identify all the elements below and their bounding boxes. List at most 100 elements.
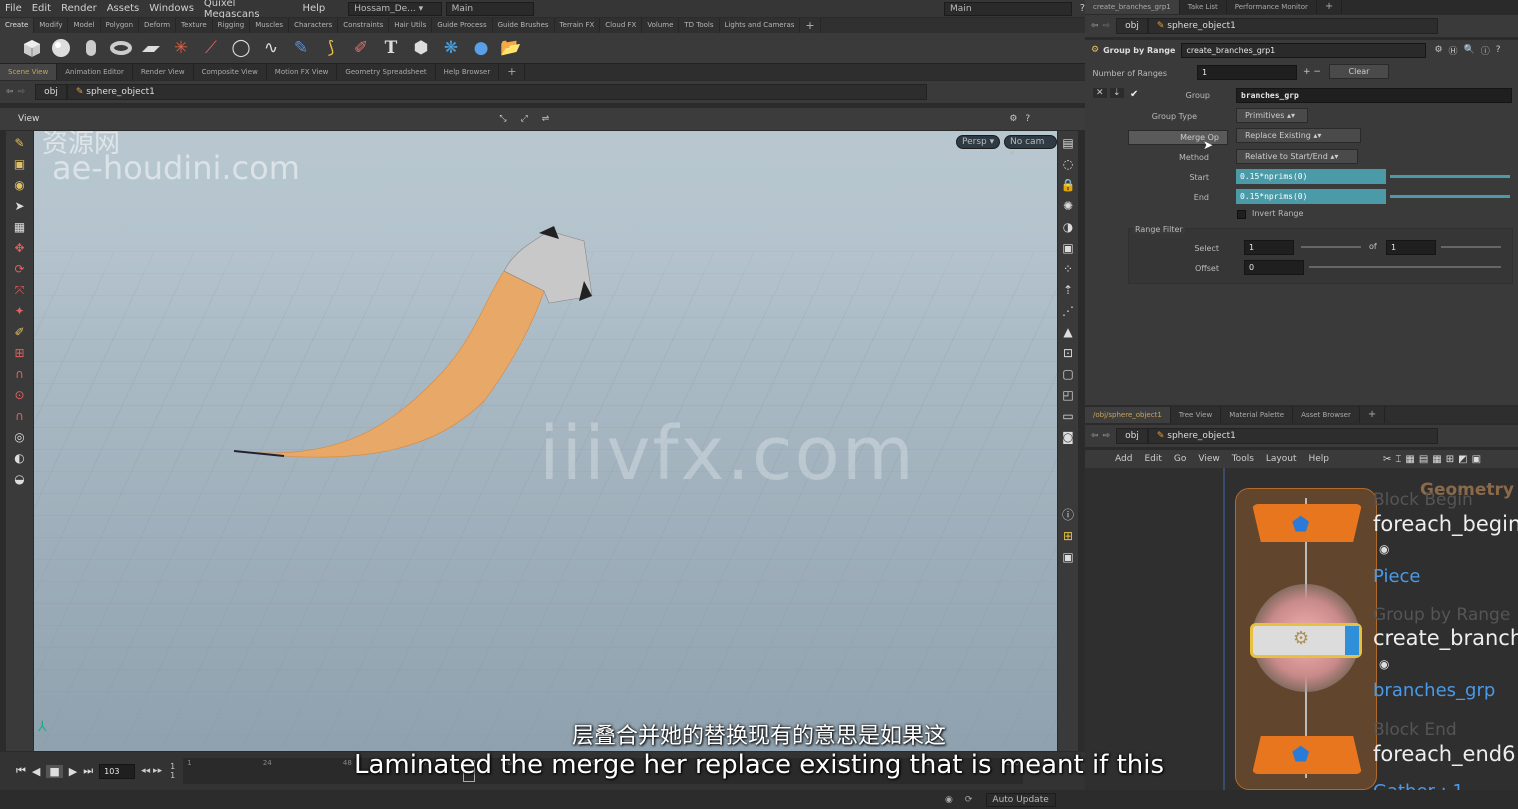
invert-range-checkbox[interactable] (1237, 210, 1246, 219)
net-menu-tools[interactable]: Tools (1226, 454, 1260, 464)
method-menu[interactable]: Relative to Start/End ▴▾ (1236, 149, 1358, 164)
snap-icon[interactable]: ⤡ (499, 114, 506, 124)
net-menu-layout[interactable]: Layout (1260, 454, 1303, 464)
add-range-icon[interactable]: + − (1303, 67, 1321, 77)
shelf-tab-cloud-fx[interactable]: Cloud FX (600, 18, 643, 33)
platonic-tool-icon[interactable]: ⬢ (408, 35, 434, 61)
tab-params-node[interactable]: create_branches_grp1 (1085, 0, 1180, 14)
group-by-range-node[interactable]: ⚙ (1250, 623, 1362, 658)
tab-scene-view[interactable]: Scene View (0, 64, 58, 80)
select-mode-icon[interactable]: ⤢ (521, 114, 528, 124)
net-menu-add[interactable]: Add (1109, 454, 1138, 464)
draw-curve-tool-icon[interactable]: ✎ (288, 35, 314, 61)
display-flag[interactable] (1345, 626, 1359, 655)
tube-tool-icon[interactable] (78, 35, 104, 61)
font-tool-icon[interactable]: T (378, 35, 404, 61)
param-help-icon[interactable]: ? (1496, 45, 1501, 55)
points-icon[interactable]: ⁘ (1059, 260, 1077, 278)
shelf-tab-constraints[interactable]: Constraints (338, 18, 390, 33)
display-options-icon[interactable]: ⚙ (1009, 114, 1017, 124)
flipbook-icon[interactable]: ▭ (1059, 407, 1077, 425)
tab-asset-browser[interactable]: Asset Browser (1293, 407, 1360, 423)
tab-tree-view[interactable]: Tree View (1171, 407, 1222, 423)
shelf-tab-muscles[interactable]: Muscles (250, 18, 290, 33)
layout-icon[interactable]: ⊞ (1059, 527, 1077, 545)
tab-performance-monitor[interactable]: Performance Monitor (1227, 0, 1317, 14)
param-search-icon[interactable]: 🔍 (1464, 45, 1475, 55)
net-forward-icon[interactable]: ⇨ (1103, 431, 1111, 441)
file-tool-icon[interactable]: 📂 (498, 35, 524, 61)
snap-point-icon[interactable]: ⊙ (11, 386, 29, 404)
metaball-tool-icon[interactable]: ● (468, 35, 494, 61)
tab-animation-editor[interactable]: Animation Editor (57, 64, 133, 80)
pointer-tool-icon[interactable]: ➤ (11, 197, 29, 215)
merge-op-menu[interactable]: Replace Existing ▴▾ (1236, 128, 1361, 143)
params-path-node[interactable]: ✎ sphere_object1 (1147, 18, 1438, 34)
end-expression-field[interactable]: 0.15*nprims(0) (1236, 189, 1386, 204)
net-back-icon[interactable]: ⇦ (1091, 431, 1099, 441)
info-icon[interactable]: ⓘ (1059, 506, 1077, 524)
shelf-tab-guide-process[interactable]: Guide Process (432, 18, 493, 33)
shelf-tab-hair-utils[interactable]: Hair Utils (389, 18, 433, 33)
snapshot-icon[interactable]: ◰ (1059, 386, 1077, 404)
net-path-root[interactable]: obj (1116, 428, 1148, 444)
status-icon[interactable]: ◉ (945, 795, 953, 805)
snap-grid-icon[interactable]: ⊞ (11, 344, 29, 362)
normals-icon[interactable]: ⇡ (1059, 281, 1077, 299)
prim-icon[interactable]: ▲ (1059, 323, 1077, 341)
handle-tool-icon[interactable]: ◉ (11, 176, 29, 194)
net-menu-go[interactable]: Go (1168, 454, 1192, 464)
group-type-menu[interactable]: Primitives ▴▾ (1236, 108, 1308, 123)
path-tool-icon[interactable]: ⟆ (318, 35, 344, 61)
rotate-tool-icon[interactable]: ⟳ (11, 260, 29, 278)
menu-render[interactable]: Render (56, 3, 102, 14)
magnet-icon[interactable]: ∩ (11, 365, 29, 383)
select-field[interactable]: 1 (1244, 240, 1294, 255)
shelf-tab-volume[interactable]: Volume (642, 18, 680, 33)
add-shelf-tab-icon[interactable]: + (800, 18, 821, 33)
shelf-tab-model[interactable]: Model (68, 18, 101, 33)
refresh-icon[interactable]: ⟳ (965, 795, 973, 805)
net-tool-icons[interactable]: ✂⌶▦▤▦⊞◩▣ (1383, 454, 1485, 465)
shelf-tab-guide-brushes[interactable]: Guide Brushes (493, 18, 555, 33)
shelf-tab-lights-cameras[interactable]: Lights and Cameras (720, 18, 801, 33)
menu-windows[interactable]: Windows (144, 3, 199, 14)
start-expression-field[interactable]: 0.15*nprims(0) (1236, 169, 1386, 184)
desktop-dropdown[interactable]: Main (445, 1, 535, 16)
shelf-tab-create[interactable]: Create (0, 18, 35, 33)
shelf-tab-deform[interactable]: Deform (139, 18, 177, 33)
net-menu-help[interactable]: Help (1303, 454, 1336, 464)
shelf-tab-td-tools[interactable]: TD Tools (679, 18, 720, 33)
lock-icon[interactable]: 🔒 (1059, 176, 1077, 194)
grid-tool-icon[interactable] (138, 35, 164, 61)
torus-tool-icon[interactable] (108, 35, 134, 61)
params-back-icon[interactable]: ⇦ (1091, 21, 1099, 31)
display-icon[interactable]: ▤ (1059, 134, 1077, 152)
tab-composite-view[interactable]: Composite View (194, 64, 267, 80)
auto-update-menu[interactable]: Auto Update (986, 792, 1057, 807)
path-node-button[interactable]: ✎ sphere_object1 (66, 84, 927, 100)
shelf-tab-terrain-fx[interactable]: Terrain FX (555, 18, 601, 33)
uv-icon[interactable]: ⊡ (1059, 344, 1077, 362)
sphere-tool-icon[interactable] (48, 35, 74, 61)
shelf-tab-rigging[interactable]: Rigging (213, 18, 251, 33)
camera-icon[interactable]: ◙ (1059, 428, 1077, 446)
light-icon[interactable]: ✺ (1059, 197, 1077, 215)
render-region-icon[interactable]: ▣ (1059, 548, 1077, 566)
tab-motion-fx-view[interactable]: Motion FX View (267, 64, 338, 80)
camera-tool-icon[interactable]: ◎ (11, 428, 29, 446)
snap-prim-icon[interactable]: ∩ (11, 407, 29, 425)
offset-slider[interactable] (1309, 266, 1501, 268)
curve-tool-icon[interactable]: ∿ (258, 35, 284, 61)
pose-tool-icon[interactable]: ✦ (11, 302, 29, 320)
3d-viewport[interactable]: 资源网 ae-houdini.com iiivfx.com Persp ▾ No… (34, 131, 1057, 751)
circle-tool-icon[interactable]: ◯ (228, 35, 254, 61)
scale-tool-icon[interactable]: ⤧ (11, 281, 29, 299)
menu-quixel[interactable]: Quixel Megascans (199, 0, 298, 20)
desktop2-dropdown[interactable]: Main (944, 1, 1072, 16)
spray-paint-tool-icon[interactable]: ✐ (348, 35, 374, 61)
wire-icon[interactable]: ▣ (1059, 239, 1077, 257)
null-tool-icon[interactable]: ✳ (168, 35, 194, 61)
ghost-icon[interactable]: ◌ (1059, 155, 1077, 173)
shelf-tab-characters[interactable]: Characters (289, 18, 339, 33)
